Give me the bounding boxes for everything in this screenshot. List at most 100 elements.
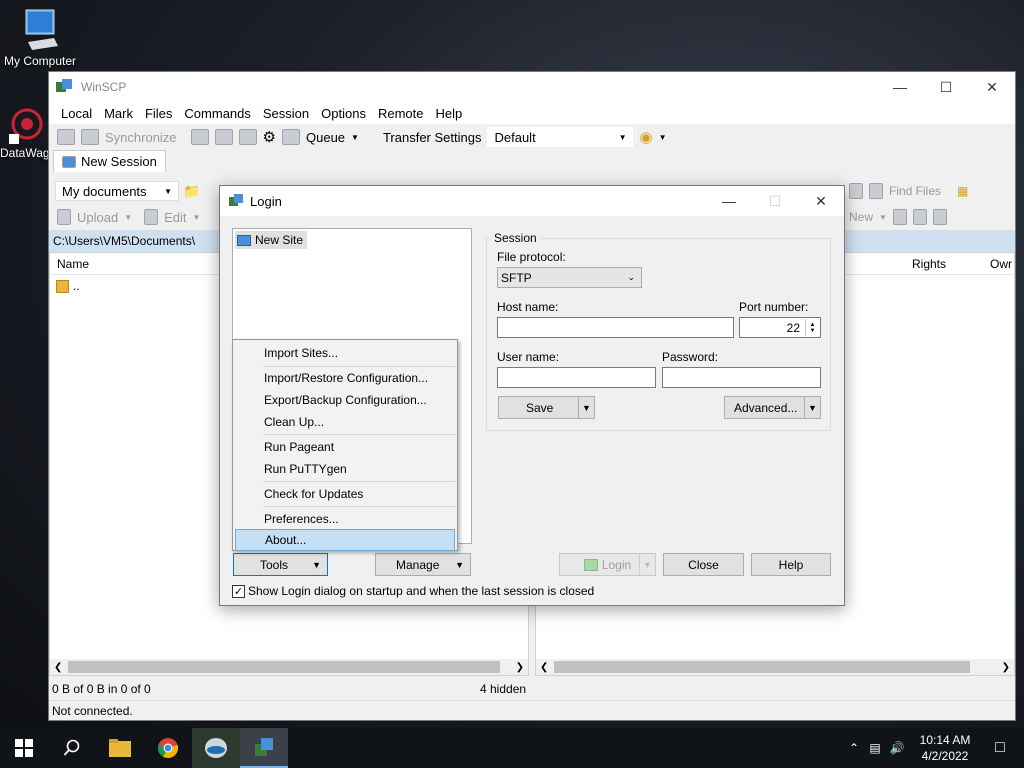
taskbar-datawag[interactable] xyxy=(192,728,240,768)
desktop-icon-my-computer[interactable]: My Computer xyxy=(2,8,78,68)
show-login-checkbox[interactable]: ✓ xyxy=(232,584,245,598)
compare-directories-icon[interactable] xyxy=(57,129,75,145)
col-rights[interactable]: Rights xyxy=(912,257,946,271)
menu-session[interactable]: Session xyxy=(257,106,315,121)
queue-button[interactable]: Queue xyxy=(306,130,345,145)
port-number-input[interactable]: 22 ▲ ▼ xyxy=(739,317,821,338)
save-dropdown-arrow[interactable]: ▼ xyxy=(578,397,594,418)
refresh-icon[interactable] xyxy=(849,183,863,199)
console-icon[interactable] xyxy=(190,129,209,145)
save-button[interactable]: Save ▼ xyxy=(498,396,595,419)
host-name-input[interactable] xyxy=(497,317,734,338)
help-button[interactable]: Help xyxy=(751,553,831,576)
chevron-down-icon[interactable]: ▼ xyxy=(879,213,887,222)
search-button[interactable] xyxy=(48,728,96,768)
clock[interactable]: 10:14 AM 4/2/2022 xyxy=(914,732,976,764)
scroll-thumb[interactable] xyxy=(554,661,970,673)
menu-commands[interactable]: Commands xyxy=(178,106,256,121)
filter-icon[interactable] xyxy=(932,209,947,225)
globe-icon[interactable]: ◉ xyxy=(639,128,652,146)
transfer-settings-dropdown[interactable]: Default ▼ xyxy=(487,127,634,147)
taskbar-winscp[interactable] xyxy=(240,728,288,768)
desktop-icon-label: My Computer xyxy=(3,54,77,68)
menu-item-clean-up[interactable]: Clean Up... xyxy=(235,411,455,433)
find-files-button[interactable]: Find Files xyxy=(889,184,941,198)
site-item-new-site[interactable]: New Site xyxy=(235,231,308,249)
minimize-button[interactable]: — xyxy=(706,186,752,216)
col-name[interactable]: Name xyxy=(50,257,89,271)
folder-open-icon[interactable]: 📁 xyxy=(183,183,200,200)
new-button[interactable]: New xyxy=(849,210,873,224)
login-title-bar[interactable]: Login — ☐ ✕ xyxy=(220,186,844,216)
menu-item-import-restore-configuration[interactable]: Import/Restore Configuration... xyxy=(235,367,455,389)
password-input[interactable] xyxy=(662,367,821,388)
local-horizontal-scrollbar[interactable]: ❮ ❯ xyxy=(50,659,528,675)
menu-mark[interactable]: Mark xyxy=(98,106,139,121)
user-name-input[interactable] xyxy=(497,367,656,388)
menu-help[interactable]: Help xyxy=(429,106,468,121)
menu-remote[interactable]: Remote xyxy=(372,106,430,121)
chevron-down-icon[interactable]: ▼ xyxy=(659,133,667,142)
close-dialog-button[interactable]: ✕ xyxy=(798,186,844,216)
synchronize-button[interactable]: Synchronize xyxy=(105,130,177,145)
scroll-thumb[interactable] xyxy=(68,661,500,673)
port-number-value: 22 xyxy=(786,320,800,335)
remote-horizontal-scrollbar[interactable]: ❮ ❯ xyxy=(536,659,1014,675)
menu-item-preferences[interactable]: Preferences... xyxy=(235,508,455,530)
minus-icon[interactable] xyxy=(912,209,927,225)
terminal-icon[interactable] xyxy=(214,129,233,145)
chevron-up-icon[interactable]: ⌃ xyxy=(844,741,864,755)
upload-button[interactable]: Upload xyxy=(77,210,118,225)
menu-item-run-puttygen[interactable]: Run PuTTYgen xyxy=(235,458,455,480)
notifications-icon[interactable]: □ xyxy=(976,739,1024,757)
menu-item-about[interactable]: About... xyxy=(235,529,455,551)
chevron-down-icon[interactable]: ▼ xyxy=(351,133,359,142)
tree-icon[interactable]: ▦ xyxy=(957,184,968,198)
computer-icon xyxy=(25,9,58,50)
advanced-dropdown-arrow[interactable]: ▼ xyxy=(804,397,820,418)
start-button[interactable] xyxy=(0,728,48,768)
manage-button[interactable]: Manage ▼ xyxy=(375,553,471,576)
menu-item-export-backup-configuration[interactable]: Export/Backup Configuration... xyxy=(235,389,455,411)
chevron-right-icon[interactable]: ❯ xyxy=(1002,662,1010,673)
maximize-button[interactable]: ☐ xyxy=(923,72,969,102)
preferences-gear-icon[interactable]: ⚙ xyxy=(263,128,276,146)
tab-new-session[interactable]: New Session xyxy=(53,150,166,172)
menu-item-run-pageant[interactable]: Run Pageant xyxy=(235,436,455,458)
chevron-down-icon: ⌄ xyxy=(627,272,635,282)
list-item[interactable]: .. xyxy=(56,279,80,293)
network-icon[interactable]: ▤ xyxy=(864,741,886,755)
login-button: Login ▼ xyxy=(559,553,656,576)
chevron-left-icon[interactable]: ❮ xyxy=(54,662,62,673)
advanced-button[interactable]: Advanced... ▼ xyxy=(724,396,821,419)
menu-options[interactable]: Options xyxy=(315,106,372,121)
col-owner[interactable]: Owr xyxy=(990,257,1012,271)
local-location-dropdown[interactable]: My documents ▼ xyxy=(55,181,179,201)
chevron-down-icon[interactable]: ▼ xyxy=(193,213,201,222)
title-bar[interactable]: WinSCP — ☐ ✕ xyxy=(49,72,1015,102)
menu-local[interactable]: Local xyxy=(55,106,98,121)
minimize-button[interactable]: — xyxy=(877,72,923,102)
synchronize-browsing-icon[interactable] xyxy=(81,129,99,145)
chevron-left-icon[interactable]: ❮ xyxy=(540,662,548,673)
chevron-right-icon[interactable]: ❯ xyxy=(516,662,524,673)
edit-button[interactable]: Edit xyxy=(164,210,186,225)
menu-item-check-for-updates[interactable]: Check for Updates xyxy=(235,483,455,505)
desktop-icon-datawag[interactable]: DataWag xyxy=(0,106,50,160)
taskbar-file-explorer[interactable] xyxy=(96,728,144,768)
file-protocol-select[interactable]: SFTP ⌄ xyxy=(497,267,642,288)
show-login-option[interactable]: ✓ Show Login dialog on startup and when … xyxy=(232,584,594,598)
taskbar-chrome[interactable] xyxy=(144,728,192,768)
menu-files[interactable]: Files xyxy=(139,106,178,121)
login-dropdown-arrow: ▼ xyxy=(639,554,655,575)
port-spinner[interactable]: ▲ ▼ xyxy=(805,319,819,336)
spin-down-icon[interactable]: ▼ xyxy=(810,328,816,334)
chevron-down-icon[interactable]: ▼ xyxy=(124,213,132,222)
menu-item-import-sites[interactable]: Import Sites... xyxy=(235,342,455,364)
tools-button[interactable]: Tools ▼ xyxy=(233,553,328,576)
putty-icon[interactable] xyxy=(238,129,257,145)
close-window-button[interactable]: ✕ xyxy=(969,72,1015,102)
properties-icon[interactable] xyxy=(892,209,907,225)
close-button[interactable]: Close xyxy=(663,553,744,576)
volume-icon[interactable]: 🔊 xyxy=(886,741,908,755)
